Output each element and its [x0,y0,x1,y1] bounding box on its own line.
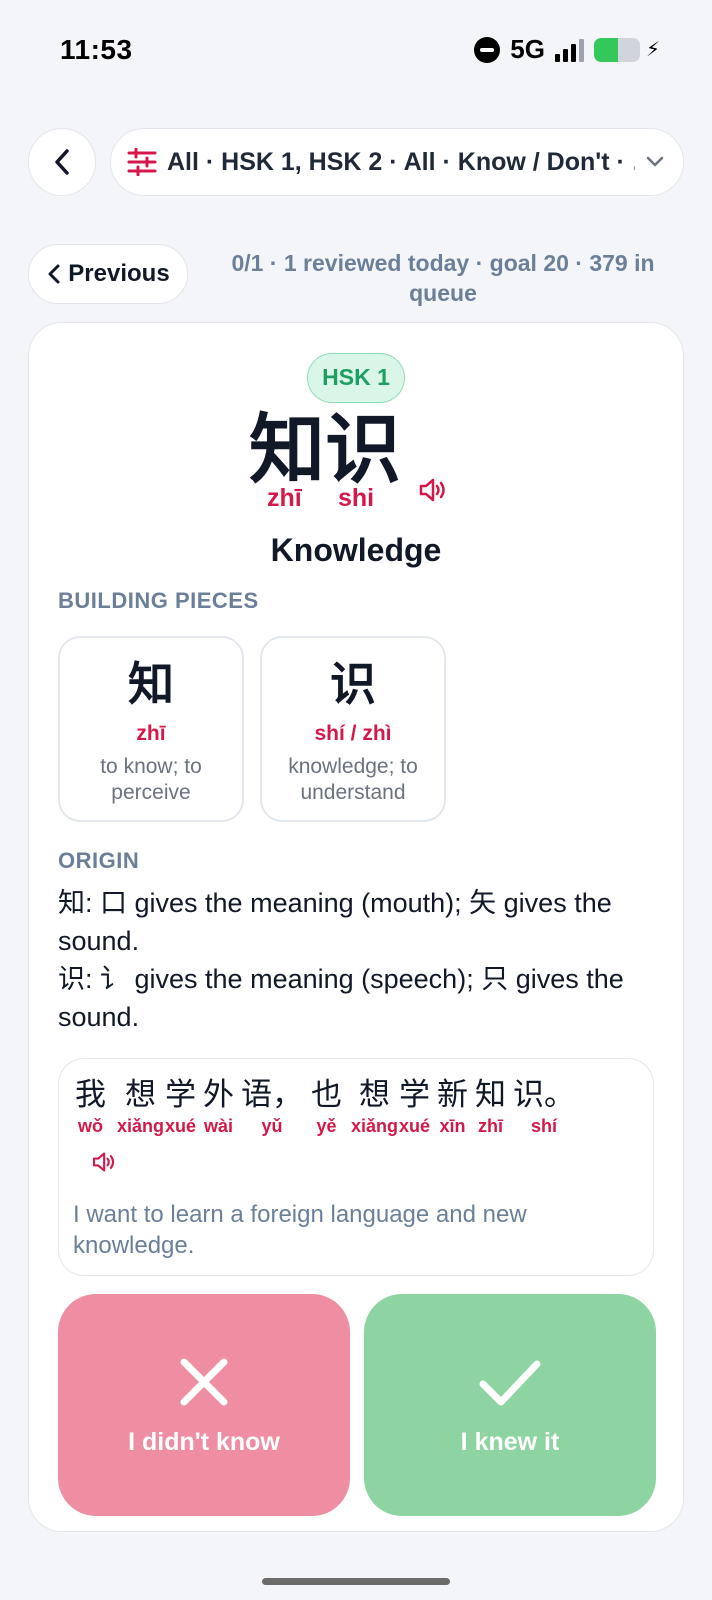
token-char: 也 [311,1077,342,1113]
piece-char: 知 [128,657,174,711]
didnt-know-button[interactable]: I didn't know [58,1294,350,1516]
didnt-know-label: I didn't know [128,1427,280,1456]
token-pinyin: yǔ [261,1116,283,1136]
chevron-left-icon [48,264,60,284]
token-pinyin: xīn [439,1116,466,1136]
token-char: 外 [203,1077,234,1113]
example-token: 语， yǔ [241,1075,303,1137]
piece-card[interactable]: 识 shí / zhì knowledge; to understand [260,636,446,822]
progress-status: 0/1 · 1 reviewed today · goal 20 · 379 i… [210,248,676,308]
network-label: 5G [510,34,545,64]
chevron-down-icon [646,156,664,167]
example-token: 学 xué [399,1075,430,1137]
do-not-disturb-icon [474,36,501,63]
token-pinyin: xiǎng [117,1116,165,1136]
progress-line-2: queue [409,280,477,306]
piece-char: 识 [330,657,376,711]
token-char: 想 [359,1077,390,1113]
close-x-icon [180,1358,228,1405]
token-pinyin: wǒ [78,1116,103,1136]
origin-label: ORIGIN [58,848,140,873]
charging-icon: ⚡ [645,39,660,61]
token-pinyin: shí [530,1116,557,1136]
previous-label: Previous [68,260,170,287]
progress-line-1: 0/1 · 1 reviewed today · goal 20 · 379 i… [231,250,655,276]
token-pinyin: zhī [478,1116,503,1136]
token-char: 我 [75,1077,106,1113]
example-token: 想 xiǎng [351,1075,398,1137]
token-pinyin: xué [165,1116,197,1136]
example-token: 知 zhī [475,1075,506,1137]
example-token: 外 wài [203,1075,234,1137]
origin-text: 知: 口 gives the meaning (mouth); 矢 gives … [58,884,658,1036]
piece-meaning: to know; to perceive [100,755,202,804]
status-bar: 11:53 5G ⚡ [0,0,712,100]
filter-sliders-icon [127,148,157,176]
speaker-icon[interactable] [418,477,450,503]
building-pieces-label: BUILDING PIECES [58,588,259,613]
token-char: 新 [437,1077,468,1113]
example-token: 学 xué [165,1075,196,1137]
token-char: 语， [241,1077,303,1113]
knew-it-button[interactable]: I knew it [364,1294,656,1516]
example-token: 识。 shí [513,1075,575,1137]
token-char: 识。 [513,1077,575,1113]
example-token: 也 yě [311,1075,342,1137]
signal-icon [554,38,584,62]
origin-line: 知: 口 gives the meaning (mouth); 矢 gives … [58,888,612,956]
word-hanzi: 知识 [249,405,401,494]
word-meaning: Knowledge [270,532,442,568]
previous-button[interactable]: Previous [28,244,188,304]
piece-pinyin: zhī [136,722,166,745]
token-pinyin: yě [316,1116,337,1136]
word-pinyin-1: zhī [267,484,302,512]
token-char: 知 [475,1077,506,1113]
example-token: 我 wǒ [75,1075,106,1137]
back-chevron-icon [55,149,69,175]
token-pinyin: xiǎng [351,1116,399,1136]
token-char: 想 [125,1077,156,1113]
back-button[interactable] [28,128,96,196]
knew-it-label: I knew it [460,1427,560,1456]
battery-icon [593,37,640,62]
piece-pinyin: shí / zhì [314,722,392,745]
example-translation: I want to learn a foreign language and n… [73,1201,527,1259]
checkmark-icon [479,1360,541,1405]
filter-bar[interactable]: All · HSK 1, HSK 2 · All · Know / Don't … [110,128,684,196]
status-time: 11:53 [60,34,133,65]
example-sentence-card: 我 wǒ 想 xiǎng 学 xué 外 wài 语， yǔ 也 yě 想 xi… [58,1058,654,1276]
home-indicator[interactable] [262,1578,450,1585]
piece-card[interactable]: 知 zhī to know; to perceive [58,636,244,822]
example-token: 新 xīn [437,1075,468,1137]
token-pinyin: xué [399,1116,431,1136]
word-pinyin-2: shi [338,484,375,512]
speaker-icon[interactable] [91,1151,119,1173]
token-char: 学 [399,1077,431,1113]
origin-line: 识: 讠 gives the meaning (speech); 只 gives… [58,964,624,1032]
hsk-level-badge: HSK 1 [307,353,405,403]
piece-meaning: knowledge; to understand [288,755,418,804]
token-pinyin: wài [203,1116,233,1136]
token-char: 学 [165,1077,197,1113]
filter-summary: All · HSK 1, HSK 2 · All · Know / Don't … [167,147,635,176]
example-token: 想 xiǎng [117,1075,164,1137]
status-icons: 5G ⚡ [474,34,660,65]
